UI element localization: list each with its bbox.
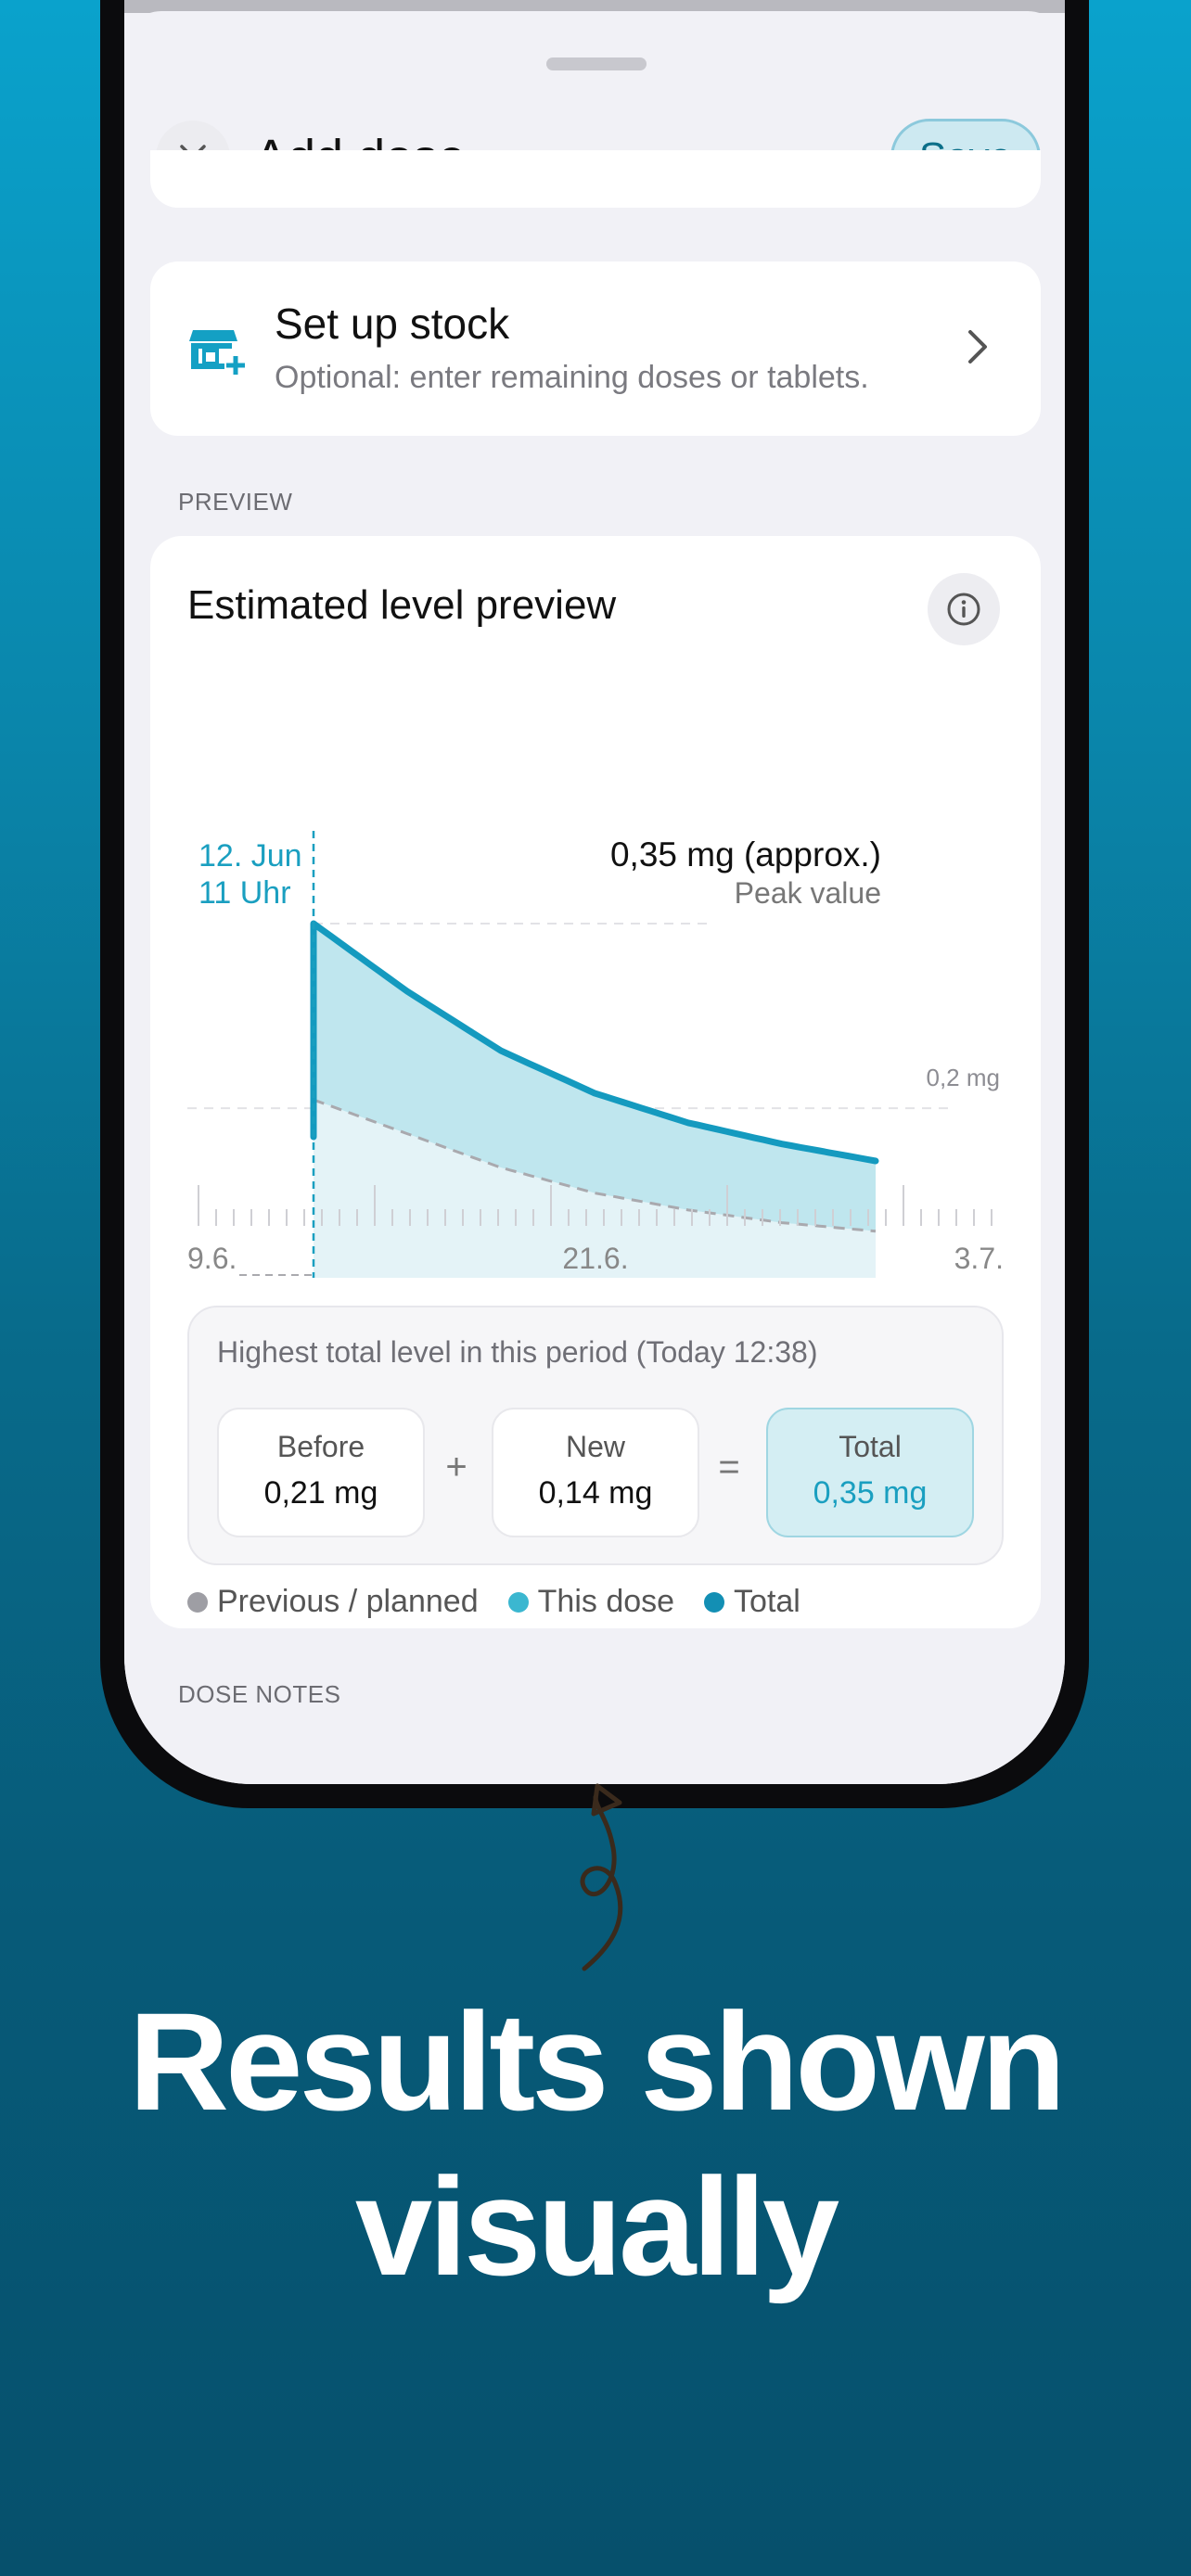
marker-time: 11 Uhr: [198, 875, 291, 911]
chart-legend: Previous / planned This dose Total: [187, 1584, 830, 1620]
before-box: Before 0,21 mg: [217, 1408, 425, 1537]
peak-value: 0,35 mg (approx.): [610, 835, 881, 874]
summary-box: Highest total level in this period (Toda…: [187, 1306, 1004, 1565]
headline-line-2: visually: [354, 2149, 839, 2304]
before-label: Before: [276, 1430, 365, 1463]
phone-screen: Add dose Save Set up stock Optional: ent…: [124, 0, 1065, 1784]
headline-line-1: Results shown: [128, 1983, 1067, 2139]
marker-date: 12. Jun: [198, 838, 302, 874]
stock-subtitle: Optional: enter remaining doses or table…: [275, 360, 869, 395]
preview-card: Estimated level preview 12. Jun 11 Uhr 0…: [150, 536, 1041, 1628]
level-chart: 12. Jun 11 Uhr 0,35 mg (approx.) Peak va…: [187, 831, 1004, 1278]
before-value: 0,21 mg: [263, 1475, 378, 1511]
sheet-grabber[interactable]: [546, 57, 647, 70]
x-tick-label: 9.6.: [187, 1242, 237, 1275]
plus-sign: +: [445, 1447, 467, 1487]
new-value: 0,14 mg: [538, 1475, 653, 1511]
add-dose-sheet: Add dose Save Set up stock Optional: ent…: [124, 11, 1065, 1784]
previous-card: [150, 150, 1041, 208]
legend-previous-dot: [187, 1591, 208, 1613]
x-tick-label: 3.7.: [954, 1242, 1004, 1275]
peak-caption: Peak value: [735, 876, 881, 910]
legend-this-dose: This dose: [507, 1584, 675, 1620]
legend-total-label: Total: [734, 1584, 800, 1619]
phone-frame: Add dose Save Set up stock Optional: ent…: [100, 0, 1089, 1808]
gridline-label: 0,2 mg: [927, 1064, 1001, 1091]
preview-section-label: PREVIEW: [178, 488, 293, 516]
total-label: Total: [839, 1430, 902, 1463]
summary-heading: Highest total level in this period (Toda…: [217, 1335, 818, 1369]
legend-total: Total: [704, 1584, 800, 1620]
equals-sign: =: [718, 1447, 740, 1487]
stock-title: Set up stock: [275, 300, 510, 348]
chevron-right-icon: [968, 330, 987, 363]
legend-previous-label: Previous / planned: [217, 1584, 479, 1619]
dose-notes-section-label: DOSE NOTES: [178, 1680, 341, 1708]
store-add-icon: [189, 330, 245, 375]
legend-total-dot: [704, 1591, 725, 1613]
legend-this-dose-dot: [507, 1591, 529, 1613]
total-box: Total 0,35 mg: [766, 1408, 974, 1537]
legend-this-dose-label: This dose: [537, 1584, 675, 1619]
new-box: New 0,14 mg: [492, 1408, 699, 1537]
new-label: New: [565, 1430, 625, 1463]
hand-drawn-arrow-icon: [580, 1783, 623, 1971]
x-tick-label: 21.6.: [562, 1242, 628, 1275]
legend-previous: Previous / planned: [187, 1584, 479, 1620]
total-value: 0,35 mg: [813, 1475, 928, 1511]
set-up-stock-row[interactable]: Set up stock Optional: enter remaining d…: [150, 261, 1041, 436]
